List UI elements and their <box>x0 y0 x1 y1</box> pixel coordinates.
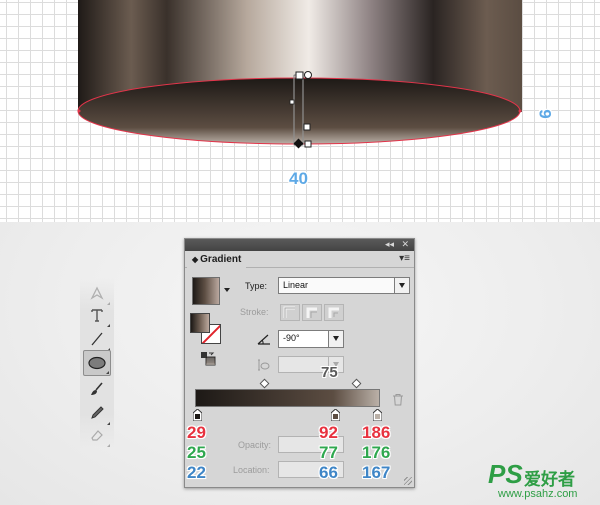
dropdown-arrow-icon[interactable] <box>328 331 343 347</box>
stroke-along-icon <box>306 307 317 318</box>
stroke-across-icon <box>328 307 339 318</box>
flyout-indicator <box>106 371 109 374</box>
brush-tool[interactable] <box>83 376 111 402</box>
panel-titlebar[interactable]: ◂◂ ✕ <box>185 239 414 251</box>
location-label: Location: <box>233 465 270 475</box>
ellipse-icon <box>88 356 106 370</box>
flyout-indicator <box>107 444 110 447</box>
watermark-text: 爱好者 <box>524 470 575 489</box>
tab-gradient[interactable]: ◆ Gradient <box>187 252 247 268</box>
fill-swatch[interactable] <box>190 313 210 333</box>
stop-2-blue-value: 66 <box>319 463 338 482</box>
stop-1-blue-value: 22 <box>187 463 206 482</box>
angle-input[interactable]: -90° <box>278 330 344 348</box>
stop-1-green-value: 25 <box>187 443 206 462</box>
dropdown-arrow-icon[interactable] <box>394 278 409 293</box>
brush-icon <box>91 382 103 395</box>
expand-arrows-icon: ◆ <box>192 255 199 264</box>
type-select[interactable]: Linear <box>278 277 410 294</box>
stroke-within-button[interactable] <box>280 304 300 321</box>
watermark-url: www.psahz.com <box>498 488 578 500</box>
tab-label: Gradient <box>200 254 242 265</box>
selection-handle[interactable] <box>289 99 295 105</box>
stop-3-red-value: 186 <box>362 423 391 442</box>
watermark: PS 爱好者 www.psahz.com <box>488 460 598 502</box>
line-icon <box>91 332 103 346</box>
eraser-icon <box>91 430 103 441</box>
angle-value: -90° <box>283 333 300 343</box>
stroke-within-icon <box>283 306 295 318</box>
gradient-thumbnail[interactable] <box>192 277 220 305</box>
stroke-along-button[interactable] <box>302 304 322 321</box>
pen-icon <box>90 286 104 300</box>
stop-1-red-value: 29 <box>187 423 206 442</box>
midpoint-location-annotation: 75 <box>321 364 338 381</box>
stop-2-green-value: 77 <box>319 443 338 462</box>
close-icon[interactable]: ✕ <box>401 239 409 250</box>
gradient-midpoint[interactable] <box>351 378 362 389</box>
height-dimension-label: 9 <box>535 109 555 119</box>
type-label: Type: <box>245 281 268 291</box>
watermark-logo: PS <box>488 459 523 489</box>
gradient-stop[interactable] <box>373 409 382 421</box>
panel-menu-icon[interactable]: ▾≡ <box>399 253 410 264</box>
stroke-label: Stroke: <box>240 307 269 317</box>
reverse-gradient-icon[interactable] <box>200 351 216 367</box>
anchor-point[interactable] <box>77 109 81 113</box>
width-dimension-label: 40 <box>289 169 308 188</box>
stroke-across-button[interactable] <box>324 304 344 321</box>
rotate-handle[interactable] <box>304 71 312 79</box>
collapse-icon[interactable]: ◂◂ <box>385 239 394 250</box>
tools-panel <box>80 278 114 448</box>
selection-handle[interactable] <box>303 123 311 131</box>
opacity-label: Opacity: <box>238 440 272 450</box>
eraser-tool[interactable] <box>83 422 111 448</box>
aspect-ratio-icon <box>258 359 270 371</box>
type-select-value: Linear <box>283 280 309 290</box>
stop-3-green-value: 176 <box>362 443 391 462</box>
gradient-presets-arrow-icon[interactable] <box>224 288 230 292</box>
artboard-canvas[interactable]: 40 9 <box>0 0 600 222</box>
anchor-point[interactable] <box>518 109 522 113</box>
type-icon <box>91 309 103 322</box>
resize-grip[interactable] <box>404 477 412 485</box>
panel-tab-row: ◆ Gradient ▾≡ <box>185 251 414 268</box>
type-tool[interactable] <box>83 302 111 328</box>
selection-handle[interactable] <box>295 71 304 80</box>
gradient-ramp[interactable] <box>195 389 380 407</box>
fill-stroke-swatch[interactable] <box>190 313 222 345</box>
ellipse-tool[interactable] <box>83 350 111 376</box>
line-tool[interactable] <box>83 326 111 352</box>
pencil-icon <box>91 406 104 419</box>
cylinder-base-ellipse[interactable] <box>77 77 521 145</box>
gradient-stop[interactable] <box>193 409 202 421</box>
gradient-midpoint[interactable] <box>259 378 270 389</box>
selection-handle[interactable] <box>304 140 312 148</box>
trash-icon[interactable] <box>392 393 404 406</box>
stop-2-red-value: 92 <box>319 423 338 442</box>
gradient-stop[interactable] <box>331 409 340 421</box>
angle-icon <box>257 334 270 345</box>
stop-3-blue-value: 167 <box>362 463 391 482</box>
